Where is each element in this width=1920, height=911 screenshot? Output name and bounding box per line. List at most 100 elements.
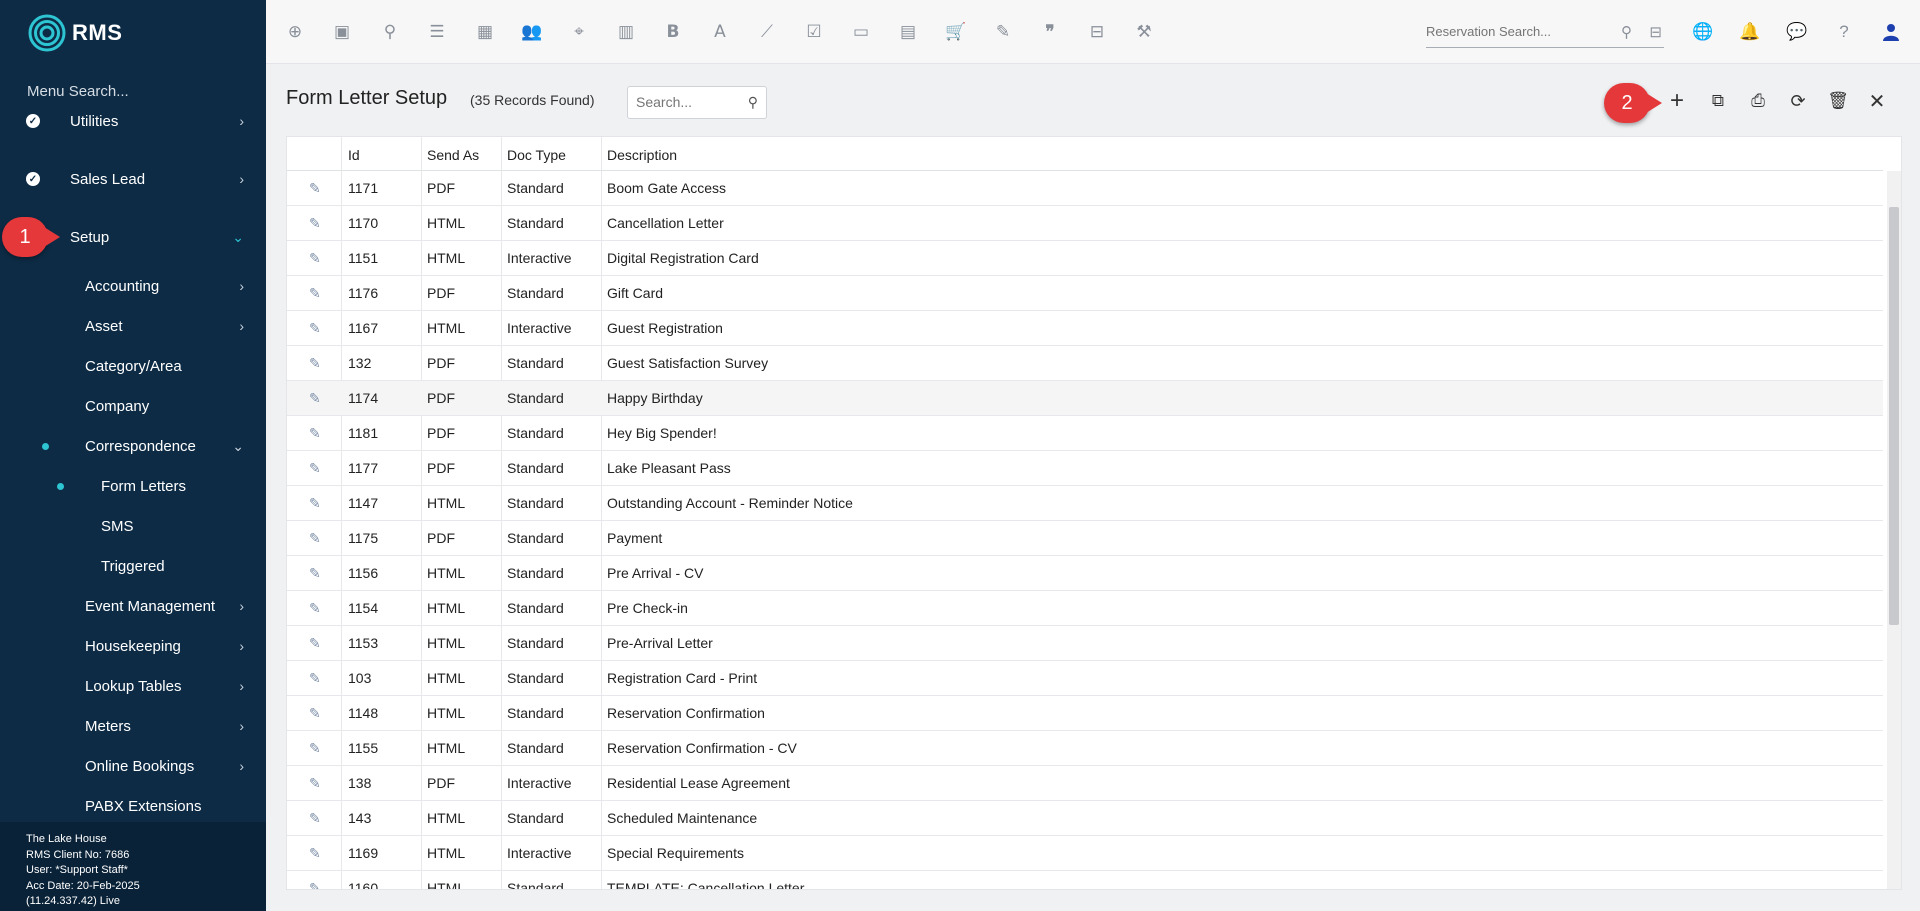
- grid-search[interactable]: ⚲: [627, 86, 767, 119]
- map-pin-icon[interactable]: ⌖: [567, 20, 591, 44]
- sidebar-item-sms[interactable]: SMS: [0, 506, 266, 546]
- calendar-icon[interactable]: ▣: [330, 20, 354, 44]
- table-row[interactable]: ✎ 1167 HTML Interactive Guest Registration: [287, 311, 1883, 346]
- table-row[interactable]: ✎ 1151 HTML Interactive Digital Registration…: [287, 241, 1883, 276]
- edit-pencil-icon[interactable]: ✎: [309, 635, 321, 652]
- table-row[interactable]: ✎ 1155 HTML Standard Reservation Confirmatio…: [287, 731, 1883, 766]
- rms-logo[interactable]: RMS: [28, 14, 122, 52]
- bed-icon[interactable]: ⊟: [1649, 23, 1662, 41]
- table-row[interactable]: ✎ 143 HTML Standard Scheduled Maintenance: [287, 801, 1883, 836]
- reservation-search-input[interactable]: [1426, 18, 1616, 39]
- refresh-icon[interactable]: ⟳: [1783, 86, 1813, 116]
- edit-pencil-icon[interactable]: ✎: [309, 285, 321, 302]
- grid-scrollbar[interactable]: [1887, 171, 1901, 889]
- edit-pencil-icon[interactable]: ✎: [309, 460, 321, 477]
- sliders-icon[interactable]: ☰: [425, 20, 449, 44]
- sidebar-item-form-letters[interactable]: Form Letters: [0, 466, 266, 506]
- sidebar-item-housekeeping[interactable]: Housekeeping ›: [0, 626, 266, 666]
- sidebar-item-online-bookings[interactable]: Online Bookings ›: [0, 746, 266, 786]
- sidebar-item-asset[interactable]: Asset ›: [0, 306, 266, 346]
- add-icon[interactable]: +: [1662, 86, 1692, 116]
- edit-pencil-icon[interactable]: ✎: [309, 565, 321, 582]
- font-a-icon[interactable]: A: [708, 20, 732, 44]
- sidebar-item-accounting[interactable]: Accounting ›: [0, 266, 266, 306]
- user-icon[interactable]: [1879, 20, 1903, 44]
- edit-pencil-icon[interactable]: ✎: [309, 425, 321, 442]
- column-header-description[interactable]: Description: [607, 147, 677, 163]
- sidebar-item-meters[interactable]: Meters ›: [0, 706, 266, 746]
- table-row[interactable]: ✎ 1177 PDF Standard Lake Pleasant Pass: [287, 451, 1883, 486]
- map-icon[interactable]: ▥: [614, 20, 638, 44]
- sidebar-item-sales-lead[interactable]: ✓ Sales Lead ›: [0, 159, 266, 199]
- bell-icon[interactable]: 🔔: [1738, 20, 1762, 44]
- hammer-icon[interactable]: ⚒: [1132, 20, 1156, 44]
- report-icon[interactable]: ▤: [896, 20, 920, 44]
- edit-pencil-icon[interactable]: ✎: [309, 215, 321, 232]
- signature-icon[interactable]: ✎: [991, 20, 1015, 44]
- search-icon[interactable]: ⚲: [1621, 23, 1632, 41]
- edit-pencil-icon[interactable]: ✎: [309, 810, 321, 827]
- edit-pencil-icon[interactable]: ✎: [309, 530, 321, 547]
- grid-scrollbar-thumb[interactable]: [1889, 207, 1899, 625]
- table-row[interactable]: ✎ 1148 HTML Standard Reservation Confirmatio…: [287, 696, 1883, 731]
- table-row[interactable]: ✎ 138 PDF Interactive Residential Lease Agre…: [287, 766, 1883, 801]
- edit-pencil-icon[interactable]: ✎: [309, 495, 321, 512]
- edit-pencil-icon[interactable]: ✎: [309, 845, 321, 862]
- table-row[interactable]: ✎ 1153 HTML Standard Pre-Arrival Letter: [287, 626, 1883, 661]
- edit-pencil-icon[interactable]: ✎: [309, 180, 321, 197]
- quote-icon[interactable]: ❞: [1038, 20, 1062, 44]
- bed-icon[interactable]: ⊟: [1085, 20, 1109, 44]
- sidebar-item-correspondence[interactable]: Correspondence ⌄: [0, 426, 266, 466]
- edit-pencil-icon[interactable]: ✎: [309, 670, 321, 687]
- reservation-search[interactable]: ⚲ ⊟: [1426, 18, 1664, 48]
- table-row[interactable]: ✎ 1156 HTML Standard Pre Arrival - CV: [287, 556, 1883, 591]
- table-row[interactable]: ✎ 1176 PDF Standard Gift Card: [287, 276, 1883, 311]
- table-row[interactable]: ✎ 1169 HTML Interactive Special Requirements: [287, 836, 1883, 871]
- edit-pencil-icon[interactable]: ✎: [309, 250, 321, 267]
- edit-pencil-icon[interactable]: ✎: [309, 320, 321, 337]
- column-header-send-as[interactable]: Send As: [427, 147, 479, 163]
- menu-search[interactable]: Menu Search...: [27, 83, 129, 100]
- sidebar-item-event-management[interactable]: Event Management ›: [0, 586, 266, 626]
- close-icon[interactable]: ✕: [1862, 86, 1892, 116]
- table-row-highlighted[interactable]: ✎ 1174 PDF Standard Happy Birthday: [287, 381, 1883, 416]
- sidebar-item-pabx-extensions[interactable]: PABX Extensions: [0, 786, 266, 820]
- edit-pencil-icon[interactable]: ✎: [309, 880, 321, 889]
- search-icon[interactable]: ⚲: [378, 20, 402, 44]
- grid-icon[interactable]: ▦: [473, 20, 497, 44]
- edit-pencil-icon[interactable]: ✎: [309, 705, 321, 722]
- globe-icon[interactable]: 🌐: [1691, 20, 1715, 44]
- table-row[interactable]: ✎ 1171 PDF Standard Boom Gate Access: [287, 171, 1883, 206]
- bold-b-icon[interactable]: B: [661, 20, 685, 44]
- table-row[interactable]: ✎ 1181 PDF Standard Hey Big Spender!: [287, 416, 1883, 451]
- sidebar-item-utilities[interactable]: ✓ Utilities ›: [0, 105, 266, 141]
- search-icon[interactable]: ⚲: [748, 94, 758, 111]
- edit-pencil-icon[interactable]: ✎: [309, 390, 321, 407]
- cart-icon[interactable]: 🛒: [944, 20, 968, 44]
- sidebar-item-lookup-tables[interactable]: Lookup Tables ›: [0, 666, 266, 706]
- chat-icon[interactable]: 💬: [1785, 20, 1809, 44]
- edit-pencil-icon[interactable]: ✎: [309, 740, 321, 757]
- grid-search-input[interactable]: [636, 94, 736, 110]
- sidebar-item-category-area[interactable]: Category/Area: [0, 346, 266, 386]
- table-row[interactable]: ✎ 132 PDF Standard Guest Satisfaction Survey: [287, 346, 1883, 381]
- copy-icon[interactable]: ⧉: [1703, 86, 1733, 116]
- table-row[interactable]: ✎ 1147 HTML Standard Outstanding Account - R…: [287, 486, 1883, 521]
- edit-pencil-icon[interactable]: ✎: [309, 775, 321, 792]
- delete-icon[interactable]: 🗑: [1823, 86, 1853, 116]
- table-row[interactable]: ✎ 103 HTML Standard Registration Card - Prin…: [287, 661, 1883, 696]
- id-card-icon[interactable]: ▭: [849, 20, 873, 44]
- table-row[interactable]: ✎ 1154 HTML Standard Pre Check-in: [287, 591, 1883, 626]
- people-icon[interactable]: 👥: [520, 20, 544, 44]
- table-row[interactable]: ✎ 1175 PDF Standard Payment: [287, 521, 1883, 556]
- sidebar-item-company[interactable]: Company: [0, 386, 266, 426]
- help-icon[interactable]: ?: [1832, 20, 1856, 44]
- chart-line-icon[interactable]: ⟋: [755, 20, 779, 44]
- table-row[interactable]: ✎ 1170 HTML Standard Cancellation Letter: [287, 206, 1883, 241]
- print-icon[interactable]: ⎙: [1743, 86, 1773, 116]
- checklist-icon[interactable]: ☑: [802, 20, 826, 44]
- table-row[interactable]: ✎ 1160 HTML Standard TEMPLATE: Cancellation …: [287, 871, 1883, 889]
- sidebar-item-triggered[interactable]: Triggered: [0, 546, 266, 586]
- edit-pencil-icon[interactable]: ✎: [309, 600, 321, 617]
- column-header-id[interactable]: Id: [348, 147, 360, 163]
